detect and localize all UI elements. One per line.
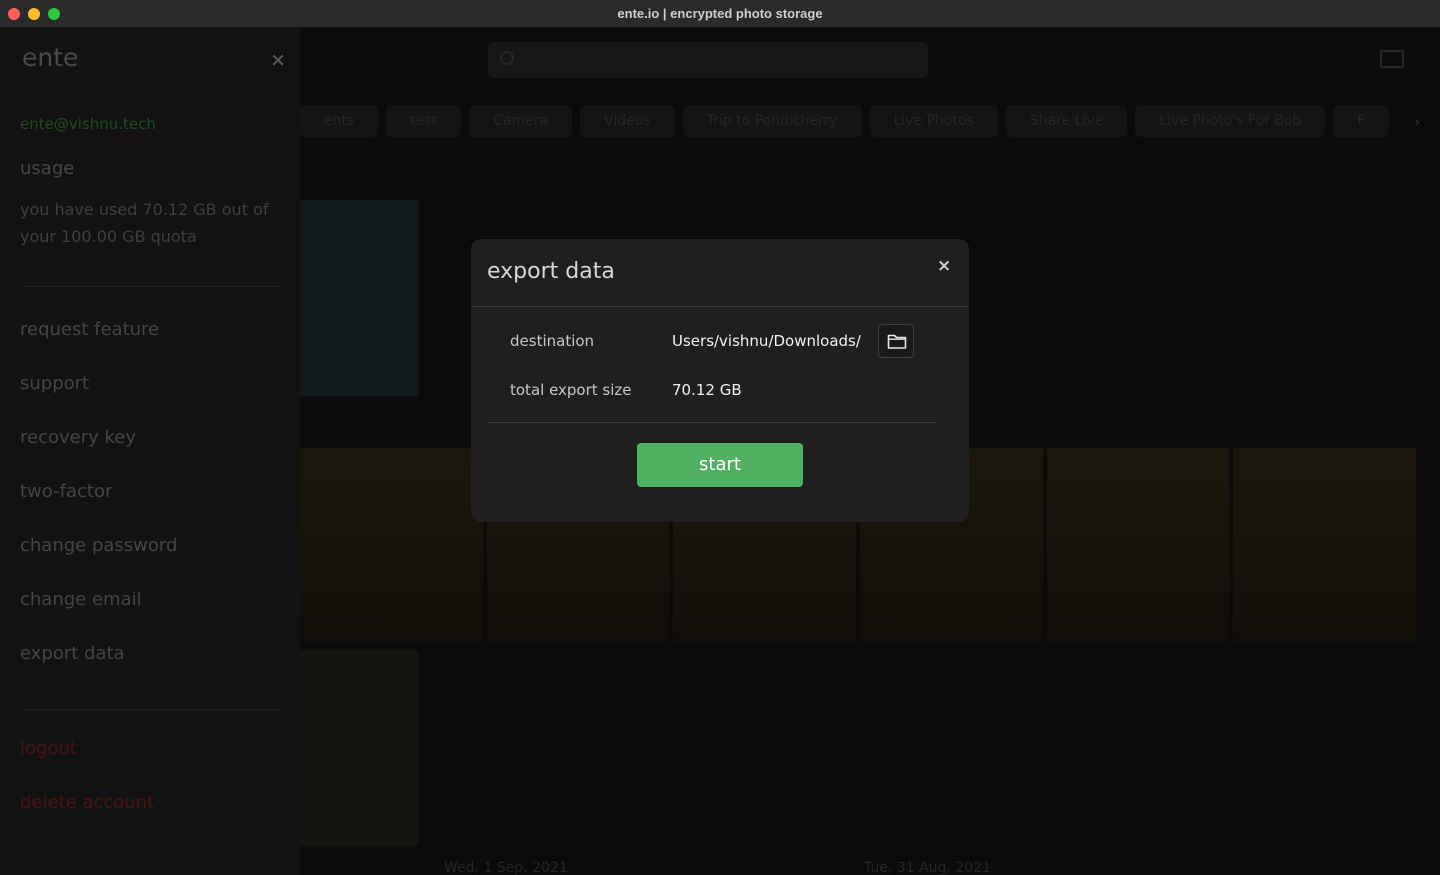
search-bar[interactable] [488, 42, 928, 78]
sidebar-close-icon[interactable]: × [270, 49, 286, 71]
usage-text: you have used 70.12 GB out of your 100.0… [20, 200, 269, 246]
start-export-button[interactable]: start [637, 443, 803, 487]
collection-chip[interactable]: Live Photos [869, 105, 998, 137]
collection-chip[interactable]: Videos [580, 105, 675, 137]
total-export-size-label: total export size [510, 381, 632, 399]
sidebar-item-export-data[interactable]: export data [20, 643, 125, 664]
close-icon[interactable]: × [937, 256, 951, 276]
destination-path: Users/vishnu/Downloads/ [672, 332, 861, 350]
dialog-divider [487, 422, 937, 423]
search-icon [500, 51, 514, 65]
photo-thumbnail[interactable] [300, 448, 483, 643]
sidebar: ente × ente@vishnu.tech usage you have u… [0, 28, 300, 875]
collection-chips: ents test Camera Videos Trip to Pondiche… [300, 105, 1410, 137]
sidebar-item-support[interactable]: support [20, 373, 89, 394]
dialog-divider [471, 306, 969, 307]
date-label: Wed, 1 Sep, 2021 [444, 860, 568, 875]
collection-chip[interactable]: F [1333, 105, 1390, 137]
total-export-size-value: 70.12 GB [672, 381, 742, 399]
folder-icon [887, 334, 907, 349]
export-data-dialog: export data × destination Users/vishnu/D… [471, 239, 969, 522]
chevron-right-icon[interactable]: › [1414, 112, 1420, 131]
sidebar-item-change-password[interactable]: change password [20, 535, 177, 556]
user-email: ente@vishnu.tech [20, 115, 156, 133]
sidebar-item-delete-account[interactable]: delete account [20, 792, 154, 813]
sidebar-item-request-feature[interactable]: request feature [20, 319, 159, 340]
date-label: Tue, 31 Aug, 2021 [864, 860, 991, 875]
ente-logo: ente [22, 43, 79, 72]
sidebar-item-recovery-key[interactable]: recovery key [20, 427, 136, 448]
dialog-title: export data [487, 259, 615, 284]
collection-chip[interactable]: ents [300, 105, 379, 137]
collection-chip[interactable]: Share Live [1005, 105, 1128, 137]
photo-thumbnail[interactable] [300, 650, 419, 846]
collection-chip[interactable]: Camera [469, 105, 573, 137]
choose-folder-button[interactable] [878, 324, 914, 358]
sidebar-item-logout[interactable]: logout [20, 738, 77, 759]
sidebar-divider [20, 286, 282, 287]
collection-chip[interactable]: Live Photo's For Bob [1135, 105, 1326, 137]
upload-icon[interactable] [1380, 50, 1404, 68]
app-area: ents test Camera Videos Trip to Pondiche… [0, 28, 1440, 875]
collection-chip[interactable]: Trip to Pondicherry [682, 105, 862, 137]
photo-thumbnail[interactable] [1233, 448, 1417, 643]
destination-label: destination [510, 332, 595, 350]
usage-heading: usage [20, 158, 75, 179]
sidebar-divider [20, 709, 282, 710]
collection-chip[interactable]: test [386, 105, 462, 137]
sidebar-item-two-factor[interactable]: two-factor [20, 481, 112, 502]
photo-thumbnail[interactable] [300, 200, 419, 396]
window-title: ente.io | encrypted photo storage [617, 6, 823, 21]
photo-thumbnail[interactable] [1046, 448, 1230, 643]
sidebar-item-change-email[interactable]: change email [20, 589, 142, 610]
window-titlebar: ente.io | encrypted photo storage [0, 0, 1440, 28]
